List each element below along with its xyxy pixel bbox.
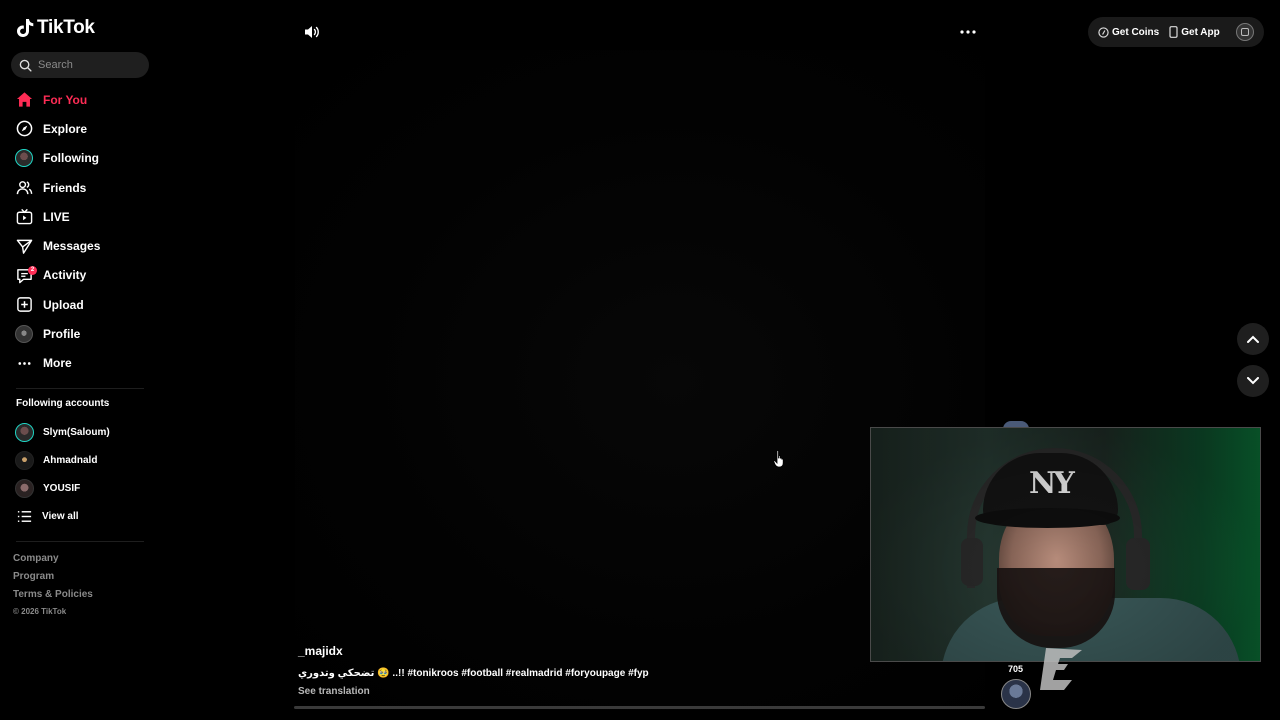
user-avatar[interactable] xyxy=(1235,23,1254,41)
nav-label: Upload xyxy=(43,297,84,312)
top-actions: Get Coins Get App xyxy=(1088,17,1264,47)
nav-label: LIVE xyxy=(43,209,70,224)
following-accounts-title: Following accounts xyxy=(16,398,110,409)
nav-live[interactable]: LIVE xyxy=(0,202,160,231)
footer-link-company[interactable]: Company xyxy=(13,553,93,571)
video-progress-bar[interactable] xyxy=(294,706,985,709)
nav-label: Explore xyxy=(43,121,88,136)
tiktok-logo[interactable]: TikTok xyxy=(16,17,95,39)
get-coins-button[interactable]: Get Coins xyxy=(1098,27,1159,38)
following-account[interactable]: Slym(Saloum) xyxy=(0,418,160,446)
video-more-button[interactable] xyxy=(956,22,980,42)
get-app-button[interactable]: Get App xyxy=(1169,26,1220,38)
footer-links: Company Program Terms & Policies © 2026 … xyxy=(13,553,93,616)
avatar-glyph xyxy=(1240,28,1249,36)
mouse-cursor-icon xyxy=(773,450,784,468)
view-all-link[interactable]: View all xyxy=(0,502,160,530)
coin-icon xyxy=(1098,26,1109,38)
messages-icon xyxy=(15,237,33,255)
nav-activity[interactable]: 2 Activity xyxy=(0,261,160,290)
account-name: YOUSIF xyxy=(43,482,81,494)
main-nav: For You Explore Following Friends LIVE M… xyxy=(0,85,160,378)
logo-text: TikTok xyxy=(37,17,95,38)
nav-label: More xyxy=(43,356,72,371)
volume-button[interactable] xyxy=(301,22,323,42)
live-icon xyxy=(15,208,33,226)
video-author[interactable]: _majidx xyxy=(298,644,343,658)
previous-video-button[interactable] xyxy=(1237,323,1269,355)
account-avatar xyxy=(15,422,34,442)
like-count: 705 xyxy=(1008,664,1024,674)
nav-more[interactable]: More xyxy=(0,349,160,378)
nav-label: Friends xyxy=(43,180,87,195)
nav-label: Profile xyxy=(43,327,81,342)
chevron-up-icon xyxy=(1247,335,1259,343)
copyright: © 2026 TikTok xyxy=(13,607,67,616)
nav-friends[interactable]: Friends xyxy=(0,173,160,202)
footer-link-terms[interactable]: Terms & Policies xyxy=(13,589,93,607)
get-app-label: Get App xyxy=(1181,26,1220,38)
nav-explore[interactable]: Explore xyxy=(0,114,160,143)
nav-following[interactable]: Following xyxy=(0,144,160,173)
nav-profile[interactable]: Profile xyxy=(0,319,160,348)
video-caption: تضحكي وتدوري 🥹 ..!! #tonikroos #football… xyxy=(298,668,649,679)
hashtag[interactable]: #fyp xyxy=(628,668,649,679)
profile-avatar-icon xyxy=(15,325,33,344)
nav-upload[interactable]: Upload xyxy=(0,290,160,319)
more-options-icon xyxy=(960,30,976,34)
following-account[interactable]: YOUSIF xyxy=(0,474,160,502)
search-box[interactable] xyxy=(11,52,149,78)
account-avatar xyxy=(15,478,34,498)
account-avatar xyxy=(15,450,34,470)
compass-icon xyxy=(15,120,33,138)
account-name: Ahmadnald xyxy=(43,454,98,466)
sidebar-divider xyxy=(16,541,144,542)
activity-badge: 2 xyxy=(28,265,37,275)
nav-messages[interactable]: Messages xyxy=(0,231,160,260)
following-avatar-icon xyxy=(15,149,33,168)
footer-link-program[interactable]: Program xyxy=(13,571,93,589)
hashtag[interactable]: #football xyxy=(461,668,503,679)
nav-label: Activity xyxy=(43,268,87,283)
creator-avatar[interactable] xyxy=(1001,679,1031,709)
nav-label: Messages xyxy=(43,239,101,254)
following-account[interactable]: Ahmadnald xyxy=(0,446,160,474)
sidebar: TikTok For You Explore Following xyxy=(0,0,160,720)
chevron-down-icon xyxy=(1247,377,1259,385)
following-accounts-list: Slym(Saloum) Ahmadnald YOUSIF View all xyxy=(0,418,160,530)
tiktok-note-icon xyxy=(17,19,34,37)
phone-icon xyxy=(1169,26,1178,38)
streamer-logo-icon xyxy=(1040,648,1082,690)
view-all-label: View all xyxy=(42,510,79,522)
sidebar-divider xyxy=(16,388,144,389)
hashtag[interactable]: #tonikroos xyxy=(407,668,458,679)
get-coins-label: Get Coins xyxy=(1112,26,1160,38)
nav-for-you[interactable]: For You xyxy=(0,85,160,114)
nav-label: For You xyxy=(43,92,88,107)
webcam-overlay: NY xyxy=(870,427,1261,662)
friends-icon xyxy=(15,179,33,197)
upload-icon xyxy=(15,296,33,314)
caption-text: تضحكي وتدوري 🥹 ..!! xyxy=(298,668,405,679)
next-video-button[interactable] xyxy=(1237,365,1269,397)
nav-label: Following xyxy=(43,151,99,166)
home-icon xyxy=(15,91,33,109)
volume-icon xyxy=(305,26,319,38)
account-name: Slym(Saloum) xyxy=(43,426,110,438)
cam-vignette xyxy=(871,428,1260,661)
search-icon xyxy=(19,59,32,72)
see-translation-link[interactable]: See translation xyxy=(298,686,370,697)
hashtag[interactable]: #foryoupage xyxy=(565,668,625,679)
search-input[interactable] xyxy=(38,59,138,71)
hashtag[interactable]: #realmadrid xyxy=(506,668,563,679)
more-icon xyxy=(15,354,33,372)
list-icon xyxy=(15,507,33,525)
